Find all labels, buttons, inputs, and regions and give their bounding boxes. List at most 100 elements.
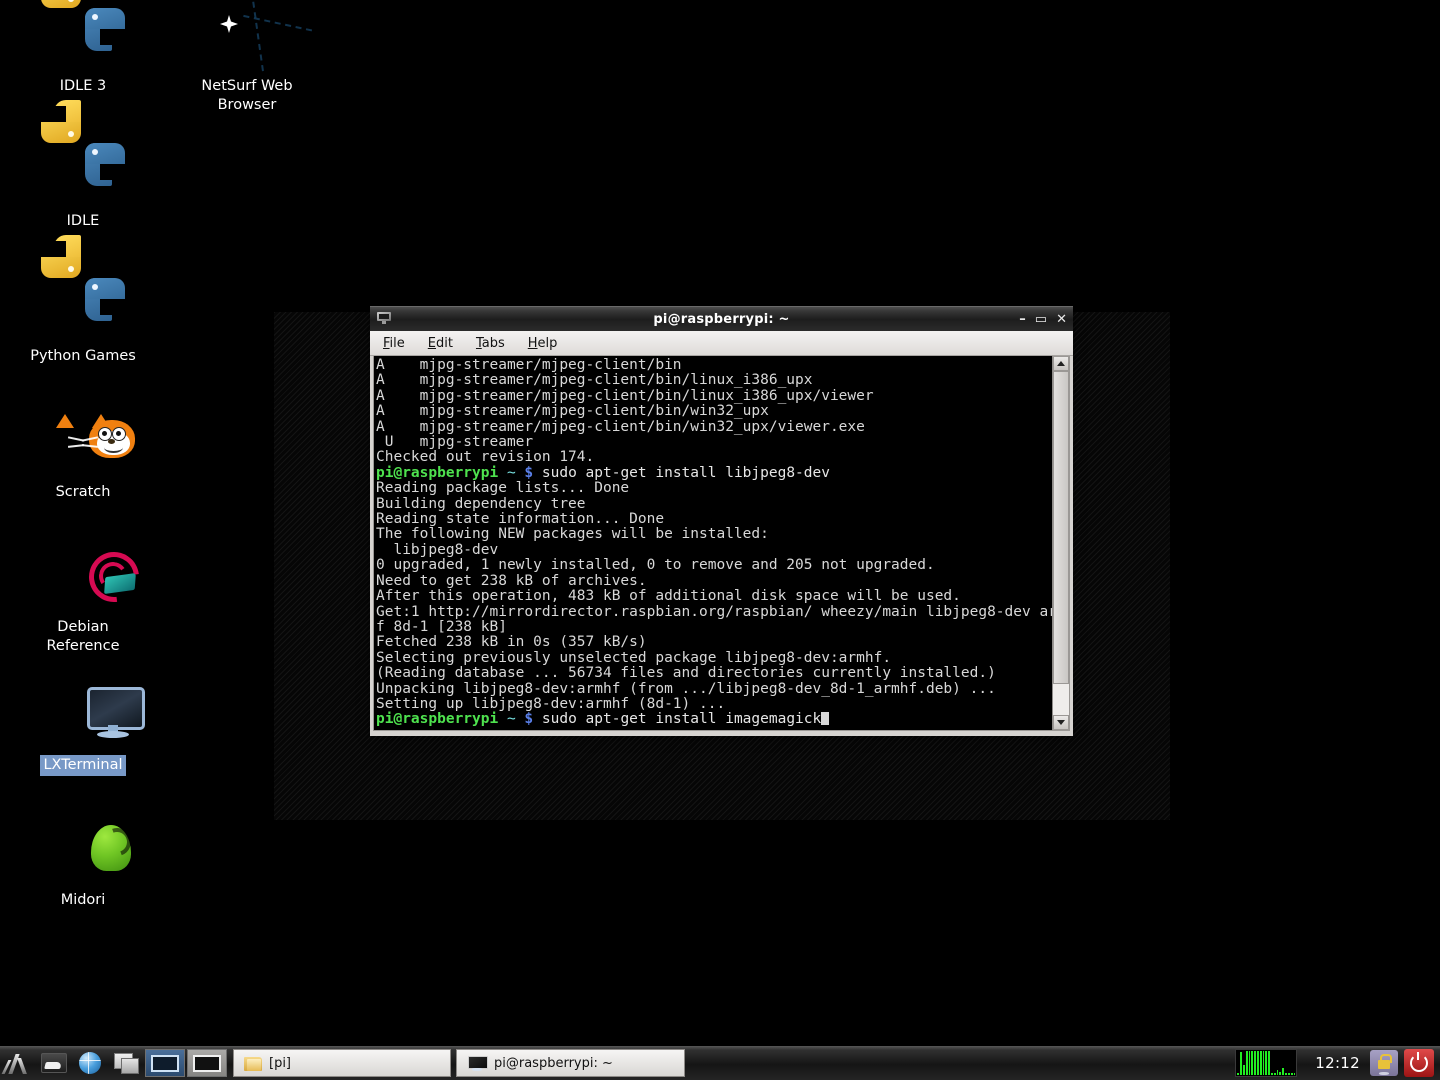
python-icon	[52, 8, 114, 70]
taskbar-task-terminal[interactable]: pi@raspberrypi: ~	[456, 1049, 685, 1077]
workspace-pager-1[interactable]	[145, 1049, 185, 1077]
scrollbar-thumb[interactable]	[1053, 371, 1069, 684]
desktop-icon-idle[interactable]: IDLE	[17, 143, 149, 232]
chevron-down-icon	[1057, 720, 1065, 725]
close-button[interactable]: ✕	[1056, 313, 1067, 326]
terminal-line: f 8d-1 [238 kB]	[376, 620, 1052, 635]
terminal-body[interactable]: A mjpg-streamer/mjpeg-client/bin A mjpg-s…	[373, 356, 1070, 731]
desktop-icon-python-games[interactable]: Python Games	[17, 278, 149, 367]
cpu-bar	[1288, 1073, 1290, 1075]
desktop-icon-label: IDLE	[64, 211, 103, 232]
desktop[interactable]: IDLE 3 NetSurf Web Browser IDLE Python G…	[0, 0, 1440, 1080]
workspace-thumbnail	[193, 1055, 221, 1072]
window-titlebar[interactable]: pi@raspberrypi: ~ – ▭ ✕	[370, 306, 1073, 331]
cpu-bar	[1254, 1051, 1256, 1075]
cpu-bar	[1294, 1073, 1296, 1075]
cpu-bar	[1260, 1051, 1262, 1075]
debian-swirl-icon	[52, 549, 114, 611]
prompt-user: pi@raspberrypi	[376, 465, 498, 481]
menu-rest: dit	[436, 336, 453, 351]
python-icon	[52, 278, 114, 340]
chevron-up-icon	[1057, 361, 1065, 366]
taskbar-task-pi[interactable]: [pi]	[233, 1049, 451, 1077]
terminal-output[interactable]: A mjpg-streamer/mjpeg-client/bin A mjpg-s…	[374, 356, 1052, 730]
maximize-button[interactable]: ▭	[1035, 313, 1047, 326]
terminal-line: After this operation, 483 kB of addition…	[376, 589, 1052, 604]
netsurf-globe-icon	[216, 8, 278, 70]
lock-screen-icon[interactable]	[1370, 1050, 1398, 1076]
menu-item-help[interactable]: Help	[525, 335, 561, 352]
terminal-line: Checked out revision 174.	[376, 450, 1052, 465]
terminal-line: Unpacking libjpeg8-dev:armhf (from .../l…	[376, 682, 1052, 697]
terminal-scrollbar[interactable]	[1052, 356, 1069, 730]
cpu-bar	[1274, 1073, 1276, 1075]
scroll-up-button[interactable]	[1053, 356, 1069, 371]
terminal-line: Fetched 238 kB in 0s (357 kB/s)	[376, 635, 1052, 650]
python-icon	[52, 143, 114, 205]
desktop-icon-label: Scratch	[53, 482, 114, 503]
prompt-sigil: $	[524, 465, 533, 481]
menu-mnemonic: H	[528, 336, 538, 351]
terminal-line: The following NEW packages will be insta…	[376, 527, 1052, 542]
desktop-icon-label: Python Games	[27, 346, 139, 367]
folder-icon	[244, 1056, 262, 1071]
menu-item-file[interactable]: File	[380, 335, 408, 352]
cpu-bar	[1257, 1051, 1259, 1075]
prompt-command: sudo apt-get install imagemagick	[533, 711, 821, 727]
terminal-line: U mjpg-streamer	[376, 435, 1052, 450]
launcher-bar[interactable]	[0, 1046, 228, 1080]
system-tray[interactable]: 12:12	[1235, 1046, 1440, 1080]
terminal-line: Setting up libjpeg8-dev:armhf (8d-1) ...	[376, 697, 1052, 712]
terminal-prompt-line: pi@raspberrypi ~ $ sudo apt-get install …	[376, 712, 1052, 727]
task-label: pi@raspberrypi: ~	[494, 1056, 613, 1071]
menu-item-tabs[interactable]: Tabs	[473, 335, 508, 352]
menu-item-edit[interactable]: Edit	[425, 335, 456, 352]
cpu-bar	[1282, 1068, 1284, 1075]
prompt-command: sudo apt-get install libjpeg8-dev	[533, 465, 830, 481]
cpu-bar	[1240, 1052, 1242, 1075]
scroll-down-button[interactable]	[1053, 715, 1069, 730]
scrollbar-track[interactable]	[1053, 371, 1069, 715]
terminal-monitor-icon	[376, 312, 392, 326]
desktop-icon-lxterminal[interactable]: LXTerminal	[17, 687, 149, 776]
cpu-bar	[1237, 1073, 1239, 1075]
prompt-path: ~	[507, 465, 516, 481]
monitor-icon	[52, 687, 114, 749]
desktop-icon-debian-reference[interactable]: Debian Reference	[17, 549, 149, 657]
window-menubar[interactable]: File Edit Tabs Help	[370, 331, 1073, 356]
cpu-bar	[1285, 1073, 1287, 1075]
file-manager-icon[interactable]	[36, 1046, 72, 1080]
desktop-icon-label: IDLE 3	[57, 76, 110, 97]
prompt-sigil: $	[524, 711, 533, 727]
menu-mnemonic: E	[428, 336, 436, 351]
desktop-icon-scratch[interactable]: Scratch	[17, 414, 149, 503]
workspace-thumbnail	[151, 1055, 179, 1072]
terminal-line: Building dependency tree	[376, 497, 1052, 512]
minimize-button[interactable]: –	[1019, 313, 1026, 326]
terminal-line: libjpeg8-dev	[376, 543, 1052, 558]
window-list-icon[interactable]	[108, 1046, 144, 1080]
cpu-bar	[1277, 1070, 1279, 1075]
cpu-bar	[1265, 1051, 1267, 1075]
cpu-bar	[1268, 1051, 1270, 1075]
terminal-line: Get:1 http://mirrordirector.raspbian.org…	[376, 605, 1052, 620]
cpu-bar	[1251, 1051, 1253, 1075]
cpu-bar	[1243, 1065, 1245, 1075]
workspace-pager-2[interactable]	[187, 1049, 227, 1077]
terminal-window[interactable]: pi@raspberrypi: ~ – ▭ ✕ File Edit Tabs H…	[370, 306, 1073, 736]
power-button-icon[interactable]	[1404, 1049, 1434, 1077]
clock[interactable]: 12:12	[1315, 1054, 1360, 1072]
prompt-user: pi@raspberrypi	[376, 711, 498, 727]
desktop-icon-midori[interactable]: Midori	[17, 822, 149, 911]
desktop-icon-netsurf[interactable]: NetSurf Web Browser	[181, 8, 313, 116]
cpu-bar	[1291, 1073, 1293, 1075]
desktop-icon-idle3[interactable]: IDLE 3	[17, 8, 149, 97]
lxde-menu-icon[interactable]	[0, 1046, 36, 1080]
terminal-line: A mjpg-streamer/mjpeg-client/bin	[376, 358, 1052, 373]
scratch-cat-icon	[52, 414, 114, 476]
menu-rest: elp	[538, 336, 558, 351]
terminal-line: A mjpg-streamer/mjpeg-client/bin/win32_u…	[376, 404, 1052, 419]
taskbar[interactable]: [pi] pi@raspberrypi: ~ 12:12	[0, 1046, 1440, 1080]
web-browser-icon[interactable]	[72, 1046, 108, 1080]
cpu-usage-graph[interactable]	[1235, 1049, 1297, 1077]
